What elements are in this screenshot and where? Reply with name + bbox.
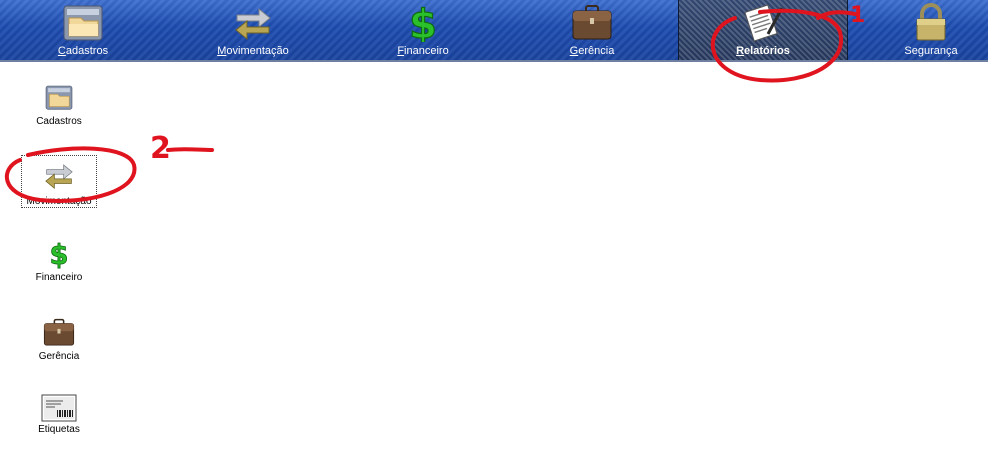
toolbar-item-relatorios[interactable]: Relatórios <box>678 0 848 60</box>
svg-text:$: $ <box>409 2 437 42</box>
sidebar-item-etiquetas[interactable]: Etiquetas <box>22 394 96 435</box>
padlock-icon <box>916 3 946 41</box>
swap-arrows-icon <box>45 164 73 189</box>
sidebar-item-cadastros[interactable]: Cadastros <box>22 80 96 127</box>
folder-icon <box>45 85 73 110</box>
briefcase-icon <box>572 5 612 40</box>
annotation-stroke-2 <box>166 147 214 152</box>
annotation-overlay: 1 2 <box>4 3 865 203</box>
dollar-icon: $ <box>49 239 69 270</box>
dollar-icon: $ <box>408 2 437 42</box>
report-icon <box>744 4 784 42</box>
swap-arrows-icon <box>235 7 271 41</box>
sidebar-item-movimentacao[interactable]: Movimentação <box>21 155 97 208</box>
toolbar-item-cadastros[interactable]: Cadastros <box>38 0 128 60</box>
toolbar-item-gerencia[interactable]: Gerência <box>547 0 637 60</box>
toolbar-item-seguranca[interactable]: Segurança <box>886 0 976 60</box>
briefcase-icon <box>43 318 75 346</box>
sidebar-item-gerencia[interactable]: Gerência <box>22 315 96 362</box>
folder-icon <box>63 5 103 41</box>
label-barcode-icon <box>41 394 77 422</box>
toolbar-item-movimentacao[interactable]: Movimentação <box>208 0 298 60</box>
svg-text:$: $ <box>50 240 69 270</box>
sidebar-item-financeiro[interactable]: $ Financeiro <box>22 236 96 283</box>
main-toolbar: Cadastros Movimentação $ Financeiro Gerê… <box>0 0 988 62</box>
annotation-marker-2: 2 <box>150 131 171 166</box>
toolbar-item-financeiro[interactable]: $ Financeiro <box>378 0 468 60</box>
